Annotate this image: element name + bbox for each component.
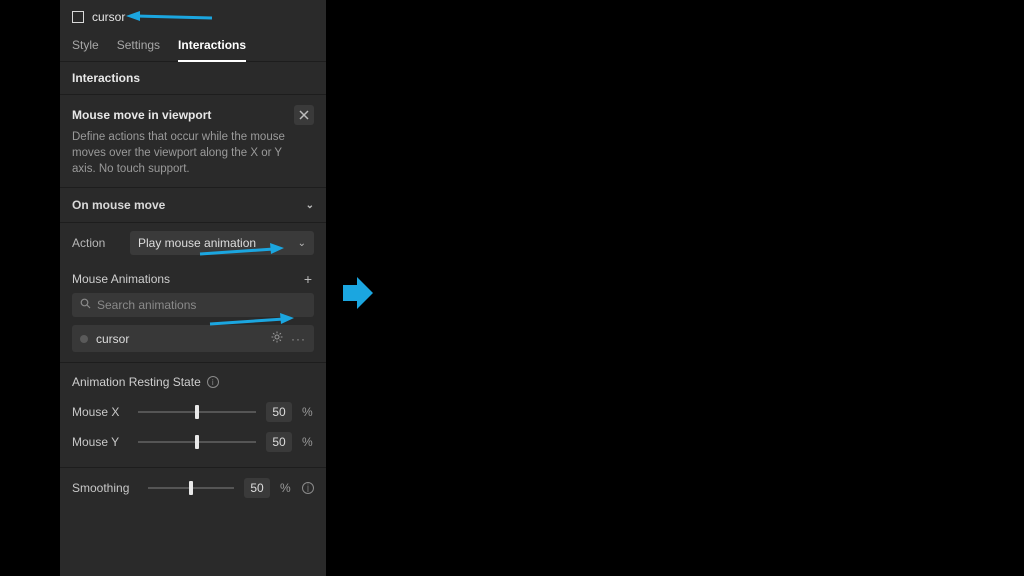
- animation-item[interactable]: cursor ···: [72, 325, 314, 352]
- panel-tabs: Style Settings Interactions: [60, 32, 326, 62]
- mouse-y-value[interactable]: 50: [266, 432, 292, 452]
- remove-trigger-button[interactable]: [294, 105, 314, 125]
- search-animations-input[interactable]: Search animations: [72, 293, 314, 317]
- tab-style[interactable]: Style: [72, 32, 99, 61]
- chevron-down-icon: ⌄: [298, 238, 306, 249]
- mouse-y-unit: %: [302, 435, 314, 449]
- search-icon: [80, 298, 91, 312]
- mouse-x-value[interactable]: 50: [266, 402, 292, 422]
- animation-name: cursor: [96, 332, 263, 346]
- on-mouse-move-title: On mouse move: [72, 198, 165, 212]
- slider-thumb[interactable]: [195, 405, 199, 419]
- mouse-y-row: Mouse Y 50 %: [72, 427, 314, 457]
- interactions-panel: cursor Style Settings Interactions Inter…: [60, 0, 326, 576]
- mouse-animations-header: Mouse Animations +: [60, 263, 326, 293]
- animation-status-dot: [80, 335, 88, 343]
- gear-icon[interactable]: [271, 331, 283, 346]
- mouse-x-unit: %: [302, 405, 314, 419]
- search-placeholder: Search animations: [97, 298, 196, 312]
- section-header-interactions: Interactions: [60, 62, 326, 95]
- trigger-description: Define actions that occur while the mous…: [72, 129, 314, 177]
- slider-thumb[interactable]: [189, 481, 193, 495]
- slider-thumb[interactable]: [195, 435, 199, 449]
- annotation-arrow-big: [343, 277, 373, 309]
- mouse-x-label: Mouse X: [72, 405, 128, 419]
- trigger-block: Mouse move in viewport Define actions th…: [60, 95, 326, 188]
- tab-interactions[interactable]: Interactions: [178, 32, 246, 62]
- smoothing-slider[interactable]: [148, 487, 234, 489]
- info-icon[interactable]: i: [207, 376, 219, 388]
- action-row: Action Play mouse animation ⌄: [60, 223, 326, 263]
- smoothing-value[interactable]: 50: [244, 478, 270, 498]
- mouse-x-slider[interactable]: [138, 411, 256, 413]
- element-icon: [72, 11, 84, 23]
- selected-element-row[interactable]: cursor: [60, 0, 326, 32]
- mouse-x-row: Mouse X 50 %: [72, 397, 314, 427]
- mouse-y-slider[interactable]: [138, 441, 256, 443]
- smoothing-label: Smoothing: [72, 481, 138, 495]
- close-icon: [299, 110, 309, 120]
- mouse-animations-label: Mouse Animations: [72, 272, 170, 286]
- mouse-y-label: Mouse Y: [72, 435, 128, 449]
- resting-state-title: Animation Resting State: [72, 375, 201, 389]
- info-icon[interactable]: i: [302, 482, 314, 494]
- trigger-title: Mouse move in viewport: [72, 108, 211, 122]
- smoothing-unit: %: [280, 481, 292, 495]
- more-icon[interactable]: ···: [291, 332, 306, 346]
- resting-state-section: Animation Resting State i Mouse X 50 % M…: [60, 362, 326, 467]
- add-animation-button[interactable]: +: [302, 271, 314, 287]
- chevron-down-icon: ⌄: [306, 200, 314, 211]
- action-selected-value: Play mouse animation: [138, 236, 256, 250]
- smoothing-row: Smoothing 50 % i: [60, 467, 326, 508]
- action-label: Action: [72, 236, 120, 250]
- action-select[interactable]: Play mouse animation ⌄: [130, 231, 314, 255]
- tab-settings[interactable]: Settings: [117, 32, 160, 61]
- on-mouse-move-header[interactable]: On mouse move ⌄: [60, 188, 326, 223]
- selected-element-name: cursor: [92, 10, 125, 24]
